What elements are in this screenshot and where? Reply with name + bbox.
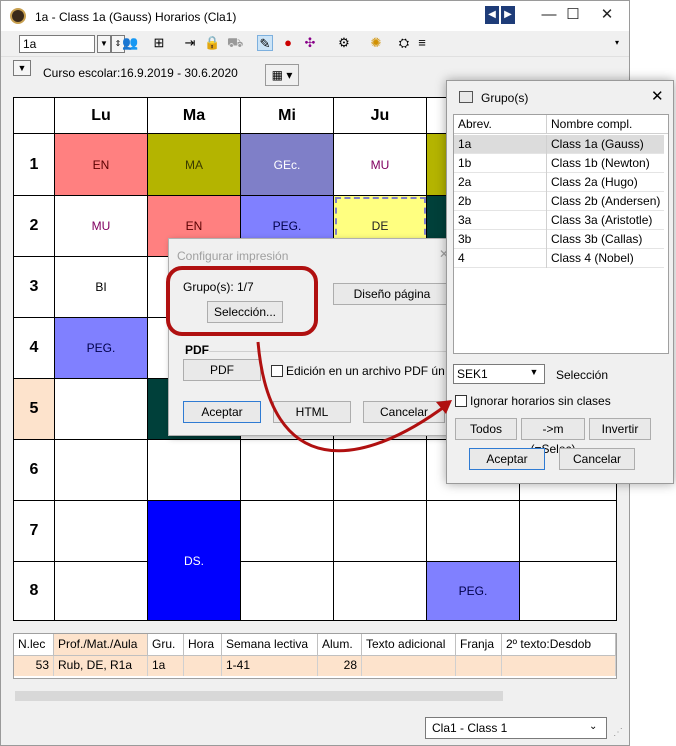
highlight-rounded-rect xyxy=(166,266,318,336)
annotation-overlay xyxy=(166,266,452,453)
annotation-arrow xyxy=(256,341,449,453)
